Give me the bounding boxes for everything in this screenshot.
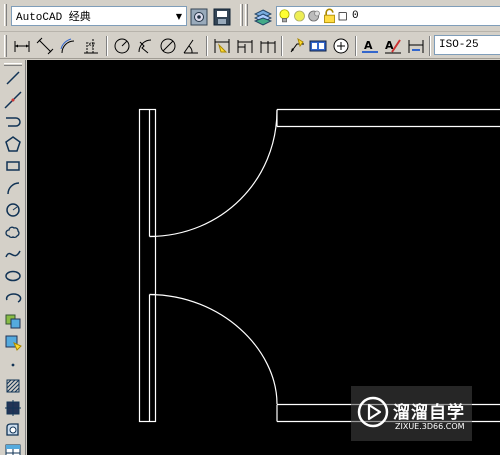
- baseline-dim-icon[interactable]: [235, 36, 255, 56]
- ellipse-icon[interactable]: [2, 266, 24, 286]
- workspace-value: AutoCAD 经典: [16, 12, 91, 24]
- sun-icon[interactable]: [292, 6, 307, 26]
- spline-icon[interactable]: [2, 244, 24, 264]
- watermark: 溜溜自学 ZIXUE.3D66.COM: [351, 386, 472, 441]
- linear-dim-icon[interactable]: [12, 36, 32, 56]
- make-block-icon[interactable]: [2, 332, 24, 352]
- quick-dim-icon[interactable]: [212, 36, 232, 56]
- ellipse-arc-icon[interactable]: [2, 288, 24, 308]
- toolbar-grip[interactable]: [245, 4, 248, 26]
- hatch-icon[interactable]: [2, 376, 24, 396]
- toolbar-grip[interactable]: [4, 4, 7, 26]
- jogged-dim-icon[interactable]: [135, 36, 155, 56]
- draw-toolbar: [0, 60, 26, 455]
- watermark-subtitle: ZIXUE.3D66.COM: [395, 422, 465, 431]
- chevron-down-icon[interactable]: ▼: [172, 7, 186, 25]
- polygon-icon[interactable]: [2, 134, 24, 154]
- bulb-on-icon[interactable]: [277, 6, 292, 26]
- table-icon[interactable]: [2, 442, 24, 455]
- tolerance-icon[interactable]: [308, 36, 328, 56]
- toolbar-separator: [429, 36, 431, 56]
- dim-update-icon[interactable]: [406, 36, 426, 56]
- gradient-icon[interactable]: [2, 398, 24, 418]
- continue-dim-icon[interactable]: [258, 36, 278, 56]
- revision-cloud-icon[interactable]: [2, 222, 24, 242]
- toolbar-grip[interactable]: [4, 63, 22, 66]
- region-icon[interactable]: [2, 420, 24, 440]
- workspace-settings-icon[interactable]: [189, 7, 209, 27]
- ordinate-dim-icon[interactable]: xy: [81, 36, 101, 56]
- layer-manager-icon[interactable]: [253, 7, 273, 27]
- layer-dropdown[interactable]: 0: [276, 6, 500, 26]
- door-frame-jamb: [138, 108, 157, 423]
- center-mark-icon[interactable]: [331, 36, 351, 56]
- upper-swing-arc: [149, 109, 278, 238]
- toolbar-separator: [355, 36, 357, 56]
- workspaces-layers-toolbar: AutoCAD 经典 ▼ 0: [0, 0, 500, 32]
- toolbar-grip[interactable]: [240, 4, 243, 26]
- layer-value: 0: [352, 10, 359, 22]
- upper-wall: [276, 108, 500, 128]
- toolbar-separator: [206, 36, 208, 56]
- dim-text-edit-icon[interactable]: A: [383, 36, 403, 56]
- insert-block-icon[interactable]: [2, 310, 24, 330]
- line-icon[interactable]: [2, 68, 24, 88]
- circle-icon[interactable]: [2, 200, 24, 220]
- dim-edit-icon[interactable]: A: [360, 36, 380, 56]
- dim-style-dropdown[interactable]: ISO-25: [434, 35, 500, 55]
- freeze-viewport-icon[interactable]: [307, 6, 322, 26]
- toolbar-separator: [281, 36, 283, 56]
- quick-leader-icon[interactable]: [287, 36, 307, 56]
- workspace-save-icon[interactable]: [212, 7, 232, 27]
- svg-text:A: A: [364, 39, 373, 52]
- svg-text:xy: xy: [88, 41, 96, 48]
- arc-length-icon[interactable]: [58, 36, 78, 56]
- radius-dim-icon[interactable]: [112, 36, 132, 56]
- dimension-toolbar: xy A A ISO-25: [0, 32, 500, 59]
- play-logo-icon: [357, 396, 389, 428]
- rectangle-icon[interactable]: [2, 156, 24, 176]
- lock-icon[interactable]: [322, 6, 337, 26]
- dim-style-value: ISO-25: [439, 39, 479, 51]
- toolbar-separator: [106, 36, 108, 56]
- point-icon[interactable]: [2, 354, 24, 374]
- aligned-dim-icon[interactable]: [35, 36, 55, 56]
- angular-dim-icon[interactable]: [181, 36, 201, 56]
- watermark-title: 溜溜自学: [393, 403, 465, 423]
- lower-swing-arc: [149, 293, 278, 405]
- polyline-icon[interactable]: [2, 112, 24, 132]
- construction-line-icon[interactable]: [2, 90, 24, 110]
- diameter-dim-icon[interactable]: [158, 36, 178, 56]
- toolbar-grip[interactable]: [4, 35, 7, 57]
- arc-icon[interactable]: [2, 178, 24, 198]
- workspace-dropdown[interactable]: AutoCAD 经典 ▼: [11, 6, 187, 26]
- layer-color-icon[interactable]: [337, 6, 349, 26]
